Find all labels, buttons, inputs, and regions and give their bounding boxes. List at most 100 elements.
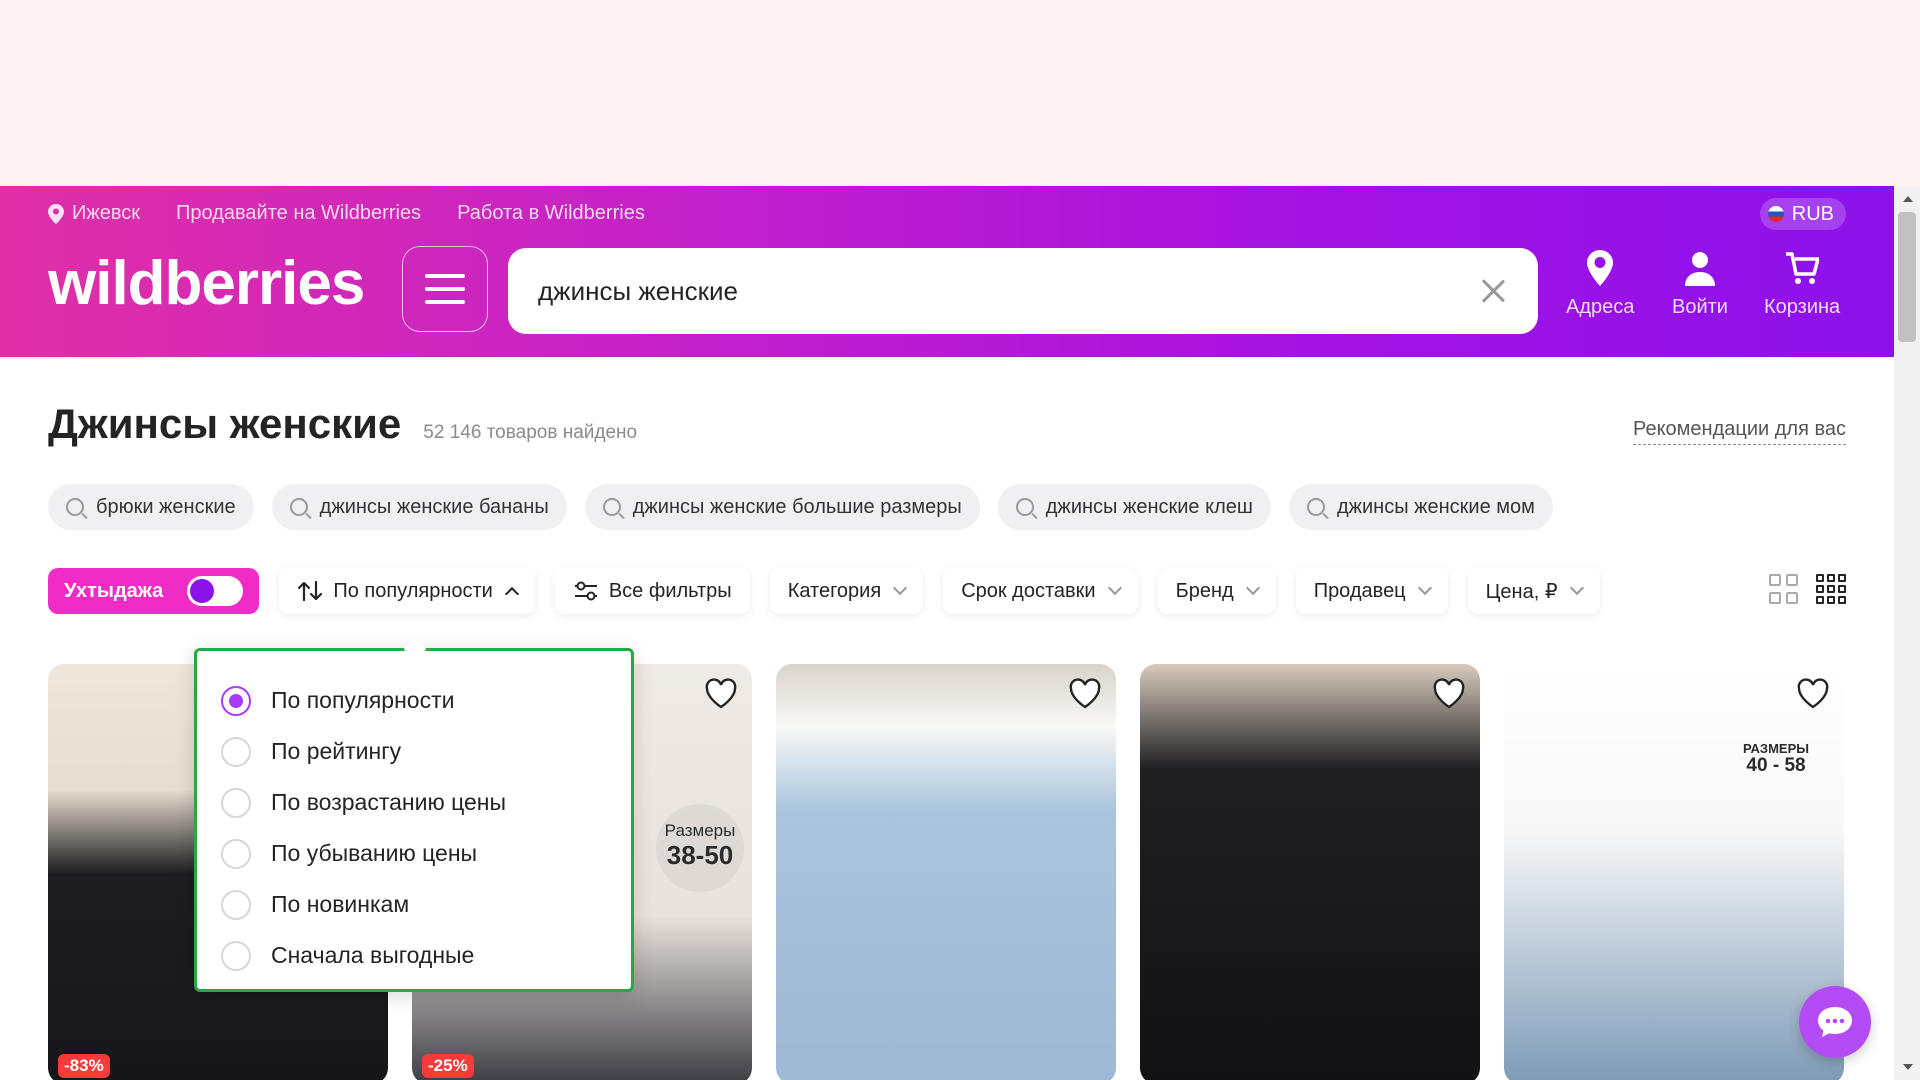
brand-label: Бренд <box>1175 579 1234 602</box>
sort-option[interactable]: По возрастанию цены <box>221 777 607 828</box>
chevron-down-icon <box>893 580 908 596</box>
chevron-down-icon <box>1245 580 1260 596</box>
chip-label: джинсы женские большие размеры <box>632 495 962 518</box>
sort-option[interactable]: Сначала выгодные <box>221 930 607 981</box>
all-filters-label: Все фильтры <box>608 579 732 602</box>
sort-option[interactable]: По рейтингу <box>221 726 607 777</box>
category-label: Категория <box>787 579 882 602</box>
radio[interactable] <box>221 787 251 818</box>
sort-option-label: По рейтингу <box>271 738 402 764</box>
currency-label: RUB <box>1791 202 1834 225</box>
related-searches: брюки женские джинсы женские бананы джин… <box>48 484 1553 530</box>
product-card[interactable]: РАЗМЕРЫ 40 - 58 <box>1504 664 1844 1080</box>
seller-label: Продавец <box>1313 579 1406 602</box>
sort-option[interactable]: По популярности <box>221 675 607 726</box>
scroll-down-arrow-icon[interactable] <box>1903 1064 1913 1070</box>
price-filter[interactable]: Цена, ₽ <box>1467 568 1600 614</box>
sort-option[interactable]: По новинкам <box>221 879 607 930</box>
sort-option[interactable]: По убыванию цены <box>221 828 607 879</box>
chevron-down-icon <box>1107 580 1122 596</box>
search-icon <box>602 498 621 516</box>
delivery-filter[interactable]: Срок доставки <box>943 568 1138 614</box>
login-button[interactable]: Войти <box>1672 248 1728 319</box>
results-count: 52 146 товаров найдено <box>423 422 638 443</box>
header-topline: Ижевск Продавайте на Wildberries Работа … <box>48 202 645 225</box>
radio[interactable] <box>221 736 251 767</box>
clear-search-icon[interactable] <box>1478 276 1508 306</box>
brand-filter[interactable]: Бренд <box>1157 568 1276 614</box>
heart-icon[interactable] <box>1068 678 1102 710</box>
search-chip[interactable]: джинсы женские бананы <box>271 484 567 530</box>
sort-option-label: По популярности <box>271 687 455 713</box>
russia-flag-icon <box>1767 206 1784 222</box>
cart-button[interactable]: Корзина <box>1764 248 1840 319</box>
location-pin-icon <box>48 203 64 224</box>
city-label: Ижевск <box>72 202 141 224</box>
radio-selected[interactable] <box>221 685 251 716</box>
search-chip[interactable]: джинсы женские мом <box>1288 484 1553 530</box>
sell-link[interactable]: Продавайте на Wildberries <box>176 202 421 225</box>
search-chip[interactable]: брюки женские <box>48 484 254 530</box>
hot-deal-toggle[interactable]: Ухтыдажа <box>48 568 260 614</box>
menu-button[interactable] <box>402 246 488 332</box>
wildberries-logo[interactable]: wildberries <box>48 248 365 319</box>
scroll-up-arrow-icon[interactable] <box>1903 196 1913 202</box>
heart-icon[interactable] <box>704 678 738 710</box>
radio[interactable] <box>221 940 251 971</box>
search-input[interactable] <box>538 275 1478 307</box>
sort-button[interactable]: По популярности <box>279 568 535 614</box>
user-icon <box>1684 252 1715 286</box>
size-tag-title: РАЗМЕРЫ <box>1743 741 1809 756</box>
chevron-down-icon <box>1569 580 1584 596</box>
cart-icon <box>1786 252 1820 284</box>
addresses-button[interactable]: Адреса <box>1566 248 1634 319</box>
chip-label: джинсы женские бананы <box>319 495 549 518</box>
small-grid-view-icon[interactable] <box>1816 574 1846 604</box>
size-tag-title: Размеры <box>664 821 736 840</box>
jobs-link[interactable]: Работа в Wildberries <box>457 202 645 225</box>
currency-selector[interactable]: RUB <box>1759 198 1846 230</box>
search-bar <box>508 248 1538 334</box>
hot-deal-label: Ухтыдажа <box>64 579 164 602</box>
recommendations-link[interactable]: Рекомендации для вас <box>1633 418 1846 445</box>
addresses-label: Адреса <box>1566 296 1635 318</box>
heart-icon[interactable] <box>1432 678 1466 710</box>
scroll-thumb[interactable] <box>1898 212 1916 342</box>
toggle-switch[interactable] <box>187 576 244 606</box>
all-filters-button[interactable]: Все фильтры <box>554 568 750 614</box>
page-scrollbar[interactable] <box>1894 186 1920 1080</box>
sort-arrows-icon <box>298 580 323 602</box>
discount-badge: -83% <box>58 1054 110 1078</box>
city-selector[interactable]: Ижевск <box>48 202 140 225</box>
seller-filter[interactable]: Продавец <box>1295 568 1448 614</box>
search-icon <box>66 498 84 516</box>
top-banner-area <box>0 0 1920 186</box>
view-switcher <box>1769 574 1846 604</box>
chip-label: джинсы женские клеш <box>1045 495 1253 518</box>
sort-option-label: По новинкам <box>271 891 410 917</box>
size-range-tag: РАЗМЕРЫ 40 - 58 <box>1728 741 1824 777</box>
search-icon <box>1306 498 1325 516</box>
search-chip[interactable]: джинсы женские большие размеры <box>584 484 980 530</box>
site-header: Ижевск Продавайте на Wildberries Работа … <box>0 186 1894 357</box>
large-grid-view-icon[interactable] <box>1769 574 1798 604</box>
size-range-tag: Размеры 38-50 <box>656 804 744 892</box>
search-chip[interactable]: джинсы женские клеш <box>997 484 1271 530</box>
login-label: Войти <box>1672 296 1728 318</box>
catalog-title-row: Джинсы женские 52 146 товаров найдено <box>48 400 637 448</box>
chevron-down-icon <box>1417 580 1432 596</box>
price-label: Цена, ₽ <box>1485 580 1558 603</box>
menu-icon <box>425 274 465 278</box>
sort-option-label: По возрастанию цены <box>271 789 507 815</box>
chip-label: брюки женские <box>96 495 236 518</box>
delivery-label: Срок доставки <box>961 579 1096 602</box>
chat-button[interactable] <box>1799 986 1871 1058</box>
product-card[interactable] <box>1140 664 1480 1080</box>
location-pin-icon <box>1587 250 1614 286</box>
category-filter[interactable]: Категория <box>769 568 924 614</box>
product-card[interactable] <box>776 664 1116 1080</box>
heart-icon[interactable] <box>1796 678 1830 710</box>
radio[interactable] <box>221 838 251 869</box>
sliders-icon <box>574 581 597 601</box>
radio[interactable] <box>221 889 251 920</box>
